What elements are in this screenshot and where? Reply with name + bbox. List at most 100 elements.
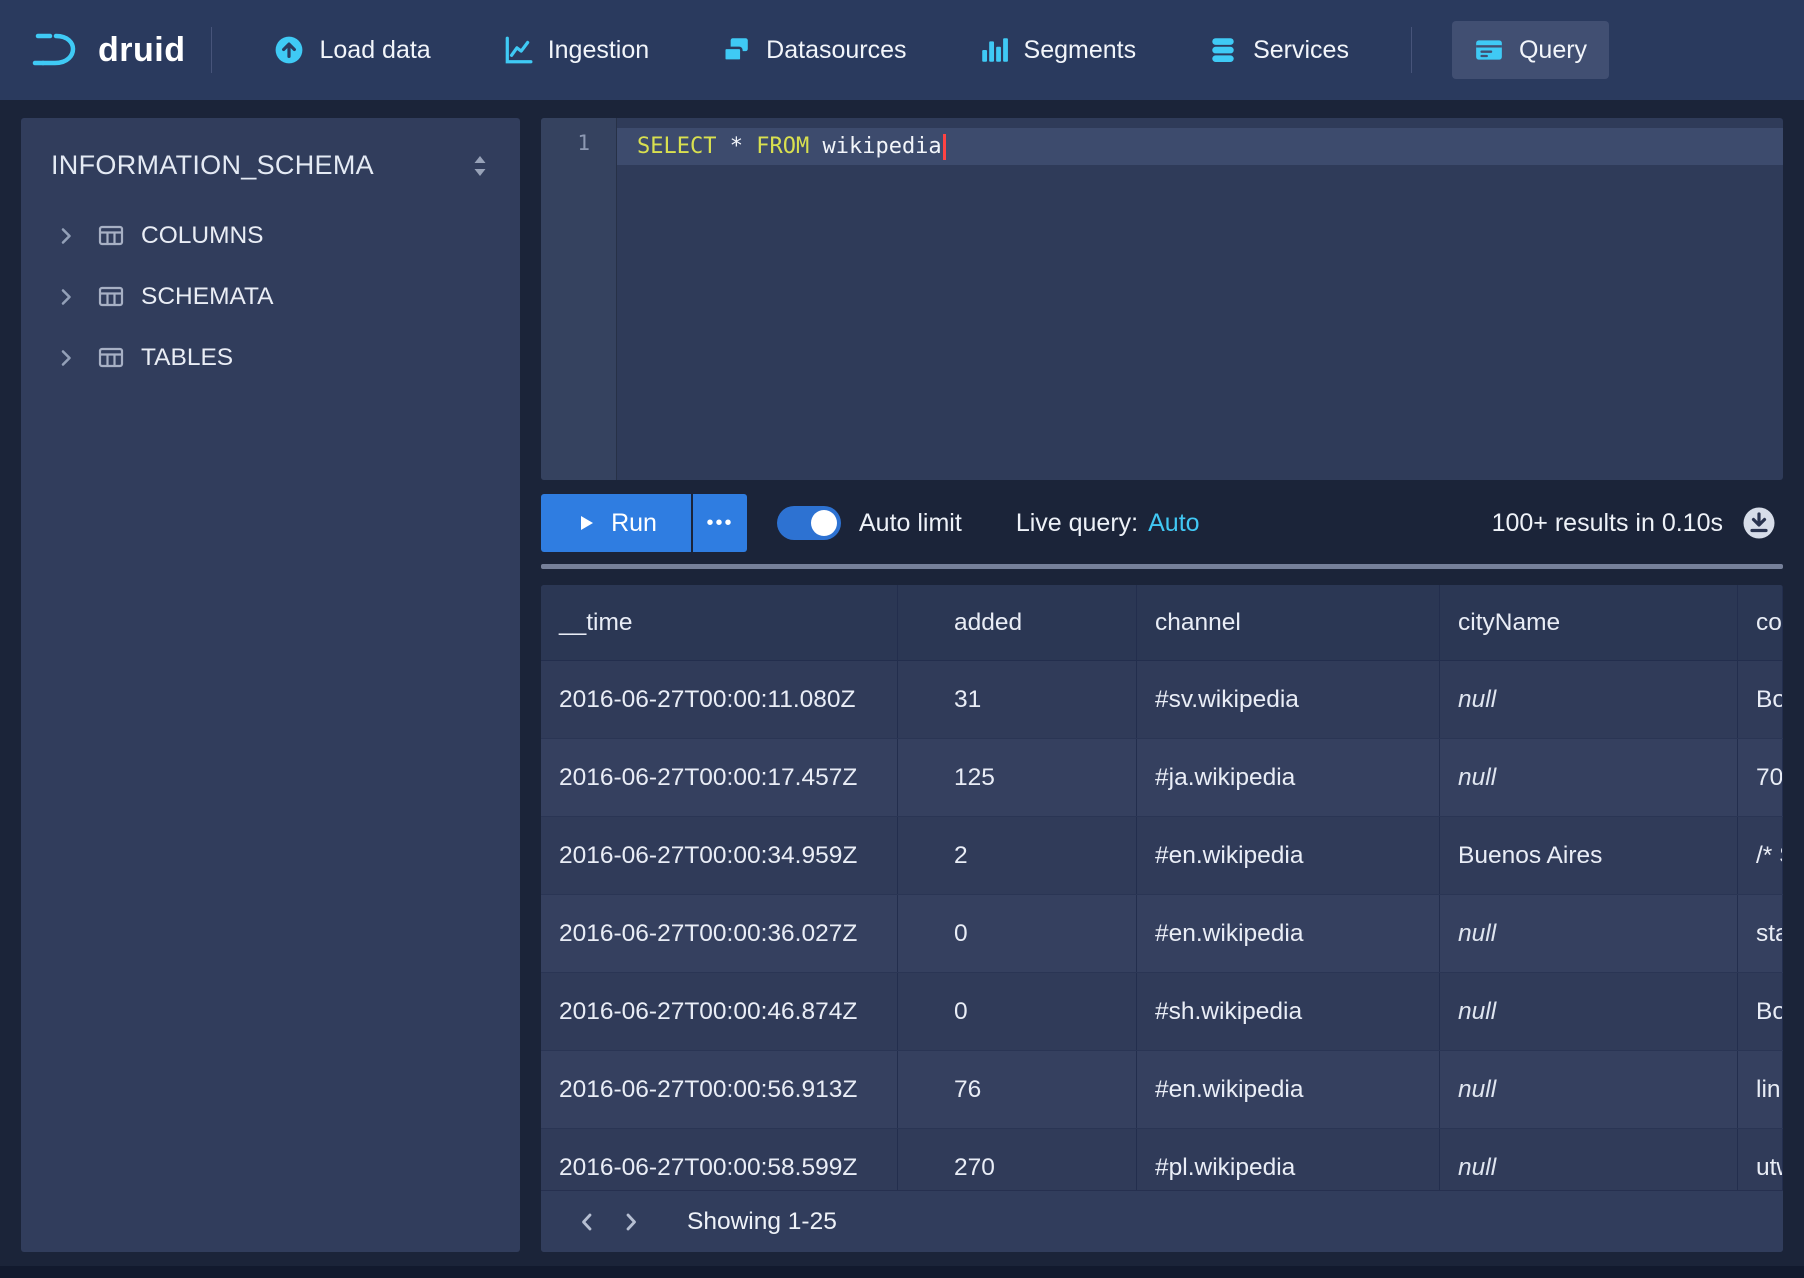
nav-load-data[interactable]: Load data xyxy=(252,21,452,79)
prev-page-button[interactable] xyxy=(565,1200,609,1244)
double-caret-vertical-icon[interactable] xyxy=(468,152,492,180)
sql-table-name: wikipedia xyxy=(822,134,941,159)
table-row[interactable]: 2016-06-27T00:00:34.959Z 2 #en.wikipedia… xyxy=(541,817,1783,895)
cell-cityname: null xyxy=(1440,895,1738,972)
sidebar-item-tables[interactable]: TABLES xyxy=(21,327,520,388)
editor-gutter: 1 xyxy=(541,118,617,480)
sidebar-item-columns[interactable]: COLUMNS xyxy=(21,205,520,266)
sidebar-item-schemata[interactable]: SCHEMATA xyxy=(21,266,520,327)
pagination-bar: Showing 1-25 xyxy=(541,1190,1783,1252)
download-icon[interactable] xyxy=(1741,505,1777,541)
cell-comment: stat xyxy=(1738,895,1783,972)
table-row[interactable]: 2016-06-27T00:00:17.457Z 125 #ja.wikiped… xyxy=(541,739,1783,817)
cell-time: 2016-06-27T00:00:17.457Z xyxy=(541,739,898,816)
services-icon xyxy=(1208,35,1238,65)
druid-logo-icon xyxy=(30,28,82,72)
run-button[interactable]: Run xyxy=(541,494,691,552)
auto-limit-toggle[interactable] xyxy=(777,506,841,540)
cell-added: 31 xyxy=(898,661,1137,738)
column-header-comment[interactable]: com xyxy=(1738,585,1783,660)
table-icon xyxy=(97,344,125,372)
nav-ingestion[interactable]: Ingestion xyxy=(481,21,671,79)
brand-home-link[interactable]: druid xyxy=(30,28,185,72)
cell-comment: /* S xyxy=(1738,817,1783,894)
results-scroll-divider[interactable] xyxy=(541,564,1783,569)
sidebar-item-label: COLUMNS xyxy=(141,222,264,250)
cell-cityname: null xyxy=(1440,661,1738,738)
nav-label: Query xyxy=(1519,36,1587,65)
table-row[interactable]: 2016-06-27T00:00:56.913Z 76 #en.wikipedi… xyxy=(541,1051,1783,1129)
ingestion-icon xyxy=(503,35,533,65)
cell-channel: #sv.wikipedia xyxy=(1137,661,1440,738)
toggle-knob xyxy=(811,510,837,536)
query-icon xyxy=(1474,35,1504,65)
text-cursor xyxy=(943,134,946,160)
play-icon xyxy=(575,512,597,534)
cell-cityname: null xyxy=(1440,739,1738,816)
cell-channel: #en.wikipedia xyxy=(1137,817,1440,894)
cell-time: 2016-06-27T00:00:34.959Z xyxy=(541,817,898,894)
column-header-cityname[interactable]: cityName xyxy=(1440,585,1738,660)
table-row[interactable]: 2016-06-27T00:00:46.874Z 0 #sh.wikipedia… xyxy=(541,973,1783,1051)
cell-comment: Bot xyxy=(1738,661,1783,738)
auto-limit-label: Auto limit xyxy=(859,509,962,538)
brand-name: druid xyxy=(98,31,185,70)
table-header-row: __time added channel cityName com xyxy=(541,585,1783,661)
cell-cityname: null xyxy=(1440,1051,1738,1128)
schema-sidebar: INFORMATION_SCHEMA COLUMNS SCHEMATA xyxy=(21,118,520,1252)
window-bottom-edge xyxy=(0,1266,1804,1278)
sql-keyword: FROM xyxy=(756,134,809,159)
upload-icon xyxy=(274,35,304,65)
cell-added: 76 xyxy=(898,1051,1137,1128)
table-row[interactable]: 2016-06-27T00:00:11.080Z 31 #sv.wikipedi… xyxy=(541,661,1783,739)
results-table: __time added channel cityName com 2016-0… xyxy=(541,585,1783,1252)
cell-time: 2016-06-27T00:00:46.874Z xyxy=(541,973,898,1050)
line-number: 1 xyxy=(577,131,590,155)
live-query-label: Live query: xyxy=(1016,509,1138,538)
schema-header: INFORMATION_SCHEMA xyxy=(21,118,520,205)
next-page-button[interactable] xyxy=(609,1200,653,1244)
navbar-divider xyxy=(211,27,212,73)
sql-star: * xyxy=(730,134,743,159)
chevron-right-icon xyxy=(55,347,77,369)
segments-icon xyxy=(979,35,1009,65)
cell-channel: #ja.wikipedia xyxy=(1137,739,1440,816)
cell-added: 125 xyxy=(898,739,1137,816)
nav-segments[interactable]: Segments xyxy=(957,21,1159,79)
sql-keyword: SELECT xyxy=(637,134,716,159)
cell-channel: #sh.wikipedia xyxy=(1137,973,1440,1050)
cell-time: 2016-06-27T00:00:36.027Z xyxy=(541,895,898,972)
nav-query[interactable]: Query xyxy=(1452,21,1609,79)
run-bar: Run ••• Auto limit Live query: Auto 100+… xyxy=(541,494,1783,552)
chevron-left-icon xyxy=(574,1209,600,1235)
sidebar-item-label: SCHEMATA xyxy=(141,283,274,311)
sidebar-item-label: TABLES xyxy=(141,344,233,372)
cell-comment: link xyxy=(1738,1051,1783,1128)
column-header-time[interactable]: __time xyxy=(541,585,898,660)
cell-added: 2 xyxy=(898,817,1137,894)
chevron-right-icon xyxy=(55,225,77,247)
cell-cityname: null xyxy=(1440,973,1738,1050)
cell-channel: #en.wikipedia xyxy=(1137,895,1440,972)
nav-label: Load data xyxy=(319,36,430,65)
more-options-button[interactable]: ••• xyxy=(693,494,747,552)
cell-cityname: Buenos Aires xyxy=(1440,817,1738,894)
nav-services[interactable]: Services xyxy=(1186,21,1371,79)
cell-channel: #en.wikipedia xyxy=(1137,1051,1440,1128)
live-query-auto-link[interactable]: Auto xyxy=(1148,509,1199,538)
nav-label: Services xyxy=(1253,36,1349,65)
sql-editor[interactable]: 1 SELECT * FROM wikipedia xyxy=(541,118,1783,480)
sql-code[interactable]: SELECT * FROM wikipedia xyxy=(617,118,1783,480)
nav-datasources[interactable]: Datasources xyxy=(699,21,928,79)
table-row[interactable]: 2016-06-27T00:00:36.027Z 0 #en.wikipedia… xyxy=(541,895,1783,973)
nav-label: Segments xyxy=(1024,36,1137,65)
column-header-channel[interactable]: channel xyxy=(1137,585,1440,660)
table-icon xyxy=(97,222,125,250)
chevron-right-icon xyxy=(55,286,77,308)
ellipsis-icon: ••• xyxy=(706,512,733,535)
column-header-added[interactable]: added xyxy=(898,585,1137,660)
navbar: druid Load data Ingestion Datasources Se… xyxy=(0,0,1804,100)
showing-range-label: Showing 1-25 xyxy=(687,1208,837,1236)
cell-time: 2016-06-27T00:00:56.913Z xyxy=(541,1051,898,1128)
datasources-icon xyxy=(721,35,751,65)
